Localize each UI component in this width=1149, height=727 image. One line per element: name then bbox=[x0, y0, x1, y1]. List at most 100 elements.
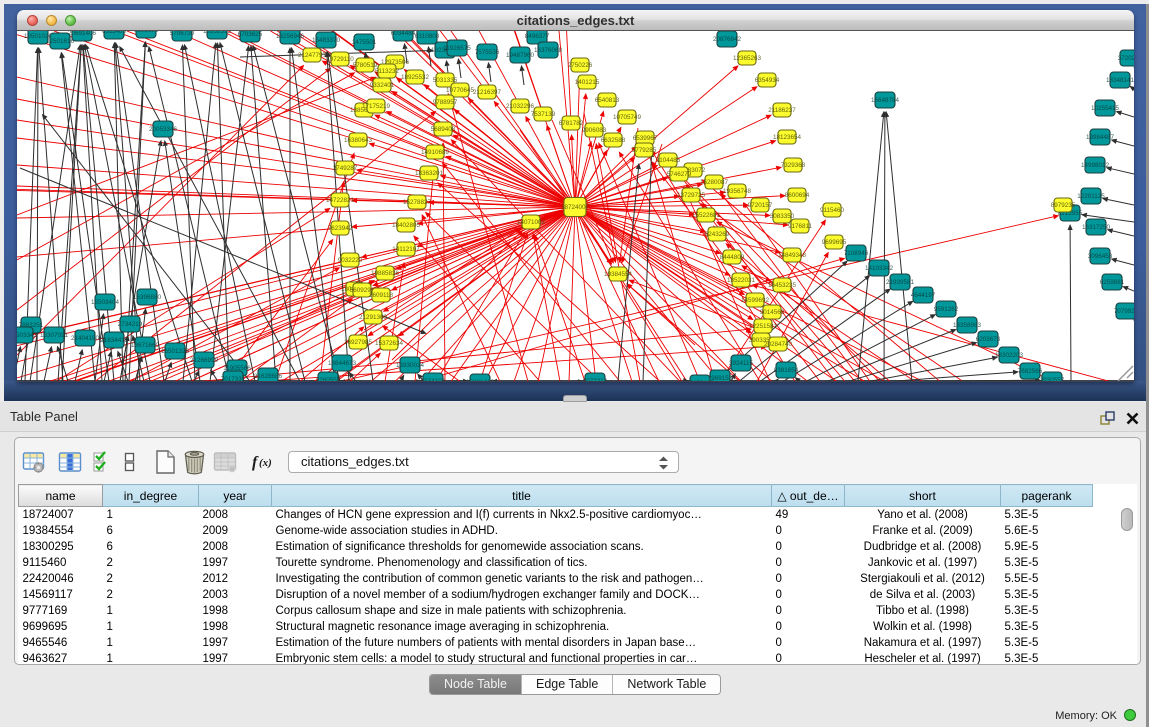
svg-text:9176811: 9176811 bbox=[788, 223, 813, 230]
svg-text:21186237: 21186237 bbox=[768, 107, 796, 114]
svg-text:6203673: 6203673 bbox=[976, 336, 1001, 343]
svg-text:19487960: 19487960 bbox=[506, 52, 535, 59]
svg-text:6311483: 6311483 bbox=[102, 31, 127, 35]
svg-text:2749287: 2749287 bbox=[333, 165, 358, 172]
svg-text:15872167: 15872167 bbox=[686, 380, 715, 381]
svg-text:2734219: 2734219 bbox=[118, 321, 143, 328]
svg-text:9720157: 9720157 bbox=[748, 202, 773, 209]
svg-text:9906083: 9906083 bbox=[582, 127, 607, 134]
svg-text:13352595: 13352595 bbox=[203, 31, 232, 35]
svg-text:14849348: 14849348 bbox=[778, 252, 807, 259]
svg-text:16927985: 16927985 bbox=[344, 339, 373, 346]
svg-text:13256946: 13256946 bbox=[276, 33, 305, 40]
svg-text:16648784: 16648784 bbox=[871, 97, 900, 104]
svg-text:10770645: 10770645 bbox=[446, 87, 475, 94]
svg-text:6703625: 6703625 bbox=[238, 31, 263, 38]
svg-text:5113232: 5113232 bbox=[375, 68, 400, 75]
svg-text:16453235: 16453235 bbox=[768, 282, 797, 289]
svg-text:16380643: 16380643 bbox=[344, 137, 373, 144]
svg-text:5534100: 5534100 bbox=[421, 378, 446, 381]
svg-text:12251581: 12251581 bbox=[749, 323, 778, 330]
svg-text:18302203: 18302203 bbox=[995, 352, 1024, 359]
svg-text:1475501: 1475501 bbox=[352, 39, 377, 46]
svg-text:(x): (x) bbox=[259, 457, 272, 469]
svg-text:18363201: 18363201 bbox=[415, 170, 444, 177]
svg-text:6632588: 6632588 bbox=[601, 137, 626, 144]
svg-text:6609886: 6609886 bbox=[134, 31, 159, 34]
svg-text:14998012: 14998012 bbox=[1081, 162, 1110, 169]
svg-text:7079926: 7079926 bbox=[1114, 308, 1134, 315]
svg-text:5706730: 5706730 bbox=[170, 31, 195, 37]
svg-text:7575536: 7575536 bbox=[475, 49, 500, 56]
svg-text:1401215: 1401215 bbox=[575, 79, 600, 86]
svg-text:15372634: 15372634 bbox=[375, 340, 404, 347]
svg-text:19984487: 19984487 bbox=[1086, 134, 1115, 141]
svg-text:8600694: 8600694 bbox=[785, 192, 810, 199]
svg-text:7623942: 7623942 bbox=[328, 225, 353, 232]
svg-text:11926575: 11926575 bbox=[443, 45, 471, 52]
svg-text:3096453: 3096453 bbox=[1088, 253, 1113, 260]
svg-text:7682566: 7682566 bbox=[1018, 368, 1043, 375]
svg-text:14910689: 14910689 bbox=[421, 149, 450, 156]
svg-text:19356748: 19356748 bbox=[723, 188, 752, 195]
svg-text:10705749: 10705749 bbox=[613, 114, 642, 121]
svg-text:5689408: 5689408 bbox=[431, 126, 456, 133]
svg-text:10255415: 10255415 bbox=[1091, 105, 1120, 112]
svg-text:3924115: 3924115 bbox=[729, 360, 754, 367]
svg-text:12365263: 12365263 bbox=[733, 55, 762, 62]
svg-text:16501326: 16501326 bbox=[161, 348, 190, 355]
svg-text:6354934: 6354934 bbox=[755, 77, 780, 84]
svg-text:8072214: 8072214 bbox=[583, 378, 608, 381]
svg-text:13729725: 13729725 bbox=[677, 192, 706, 199]
svg-text:14103342: 14103342 bbox=[865, 265, 894, 272]
svg-text:15483370: 15483370 bbox=[312, 37, 341, 44]
svg-text:21266999: 21266999 bbox=[190, 357, 219, 364]
svg-text:5779285: 5779285 bbox=[632, 147, 657, 154]
svg-text:19729110: 19729110 bbox=[326, 56, 354, 63]
svg-text:6781782: 6781782 bbox=[559, 120, 584, 127]
svg-text:20284740: 20284740 bbox=[764, 341, 793, 348]
svg-text:6034484: 6034484 bbox=[391, 31, 416, 37]
svg-text:19885836: 19885836 bbox=[371, 270, 400, 277]
svg-text:9104485: 9104485 bbox=[656, 157, 681, 164]
svg-text:2609118: 2609118 bbox=[369, 292, 394, 299]
svg-text:21939581: 21939581 bbox=[886, 279, 915, 286]
svg-text:20053346: 20053346 bbox=[149, 126, 178, 133]
svg-text:8979235: 8979235 bbox=[1051, 202, 1076, 209]
svg-text:16376068: 16376068 bbox=[534, 47, 563, 54]
svg-text:14071002: 14071002 bbox=[517, 219, 546, 226]
svg-text:3083350: 3083350 bbox=[770, 213, 795, 220]
svg-text:3720225: 3720225 bbox=[1118, 55, 1134, 62]
svg-text:9115460: 9115460 bbox=[820, 207, 845, 214]
svg-text:7108946: 7108946 bbox=[844, 250, 869, 257]
svg-text:8496377: 8496377 bbox=[525, 33, 550, 40]
svg-text:8381654: 8381654 bbox=[774, 367, 799, 374]
svg-text:9699695: 9699695 bbox=[822, 239, 847, 246]
svg-text:15307091: 15307091 bbox=[40, 332, 69, 339]
svg-text:13881413: 13881413 bbox=[466, 379, 495, 381]
svg-text:18724007: 18724007 bbox=[561, 204, 590, 211]
svg-text:18925532: 18925532 bbox=[401, 74, 430, 81]
svg-text:6259881: 6259881 bbox=[1100, 279, 1125, 286]
svg-text:12201125: 12201125 bbox=[1077, 193, 1105, 200]
svg-text:2260553: 2260553 bbox=[316, 377, 341, 381]
svg-text:6243269: 6243269 bbox=[705, 231, 730, 238]
svg-text:9788957: 9788957 bbox=[433, 99, 458, 106]
svg-text:9591262: 9591262 bbox=[934, 306, 959, 313]
svg-text:15522681: 15522681 bbox=[692, 212, 721, 219]
svg-text:9032220: 9032220 bbox=[338, 257, 363, 264]
svg-text:18644673: 18644673 bbox=[328, 360, 357, 367]
svg-text:9014568: 9014568 bbox=[760, 309, 785, 316]
svg-text:18348141: 18348141 bbox=[1106, 77, 1134, 84]
svg-text:6310808: 6310808 bbox=[415, 33, 440, 40]
svg-text:21291369: 21291369 bbox=[359, 314, 388, 321]
svg-text:5746279: 5746279 bbox=[667, 171, 692, 178]
svg-text:15278827: 15278827 bbox=[403, 199, 432, 206]
svg-text:20691406: 20691406 bbox=[68, 31, 97, 37]
svg-text:6539967: 6539967 bbox=[633, 135, 658, 142]
svg-text:20876842: 20876842 bbox=[713, 36, 742, 43]
svg-text:21247797: 21247797 bbox=[298, 52, 327, 59]
svg-text:16396880: 16396880 bbox=[133, 294, 162, 301]
svg-text:18402805: 18402805 bbox=[392, 222, 421, 229]
svg-text:12501616: 12501616 bbox=[46, 38, 75, 45]
